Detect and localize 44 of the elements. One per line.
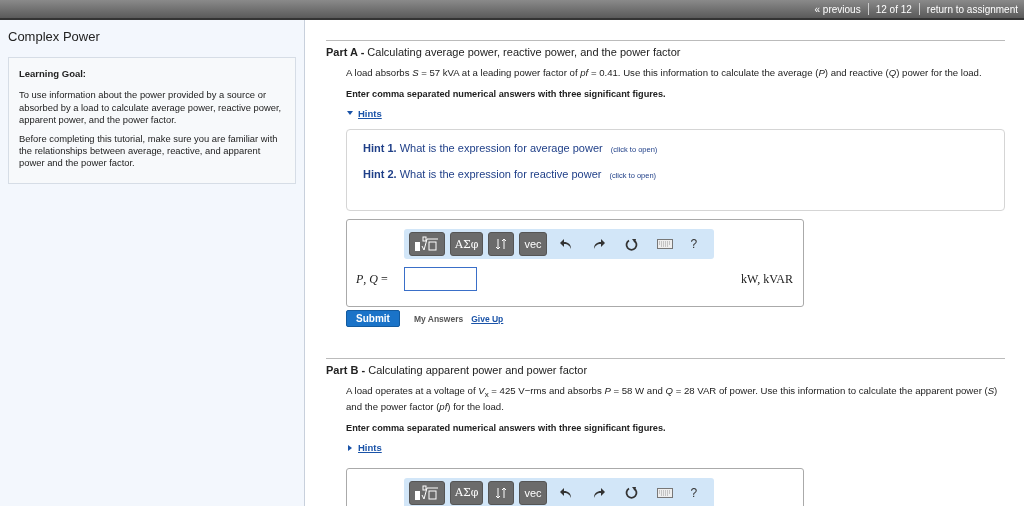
- reset-icon[interactable]: [624, 237, 638, 251]
- redo-icon[interactable]: [591, 238, 606, 251]
- up-down-arrows-icon: [495, 238, 508, 251]
- keyboard-icon[interactable]: [656, 487, 673, 498]
- previous-link[interactable]: « previous: [814, 3, 861, 15]
- goal-heading: Learning Goal:: [19, 68, 88, 81]
- undo-icon[interactable]: [558, 238, 573, 251]
- reset-icon[interactable]: [624, 486, 638, 500]
- root-template-icon: [414, 484, 440, 501]
- subscript-button[interactable]: [488, 232, 515, 257]
- help-link[interactable]: ?: [690, 237, 698, 252]
- hints-toggle[interactable]: Hints: [346, 107, 382, 119]
- symbols-button[interactable]: ΑΣφ: [450, 232, 484, 257]
- goal-paragraph: To use information about the power provided by a source or absorbed by a load to calculate average power, reactive power, apparent power, and the power factor.: [19, 89, 283, 126]
- tutorial-title: Complex Power: [8, 29, 101, 44]
- part-heading: Part B - Calculating apparent power and power factor: [326, 364, 589, 377]
- submit-button[interactable]: Submit: [346, 310, 400, 328]
- part-heading: Part A - Calculating average power, reactive power, and the power factor: [326, 46, 682, 58]
- up-down-arrows-icon: [495, 486, 508, 499]
- instruction-text: Enter comma separated numerical answers with three significant figures.: [346, 423, 667, 434]
- give-up-link[interactable]: Give Up: [471, 313, 504, 324]
- vector-button[interactable]: vec: [519, 232, 547, 257]
- hints-toggle[interactable]: Hints: [346, 442, 382, 454]
- my-answers-label: My Answers: [413, 313, 464, 324]
- subscript-button[interactable]: [488, 480, 515, 505]
- problem-text: A load operates at a voltage of V$_{x}$ = 425 V−rms and absorbs P = 58 W and Q = 28 VAR of power. Use this information to calculate the apparent power (S) and the power factor (pf) for the load.: [346, 385, 999, 415]
- symbols-button[interactable]: ΑΣφ: [450, 480, 484, 505]
- vector-button[interactable]: vec: [519, 480, 547, 505]
- template-button[interactable]: [409, 480, 445, 505]
- question-position: 12 of 12: [875, 3, 912, 15]
- units-label: kW, kVAR: [741, 271, 793, 287]
- instruction-text: Enter comma separated numerical answers with three significant figures.: [346, 88, 667, 99]
- help-link[interactable]: ?: [690, 485, 698, 500]
- goal-paragraph: Before completing this tutorial, make sure you are familiar with the relationships between average, reactive, and apparent power and the power factor.: [19, 133, 279, 170]
- template-button[interactable]: [409, 232, 445, 257]
- problem-text: A load absorbs S = 57 kVA at a leading power factor of pf = 0.41. Use this information to calculate the average (P) and reactive (Q) power for the load.: [346, 67, 983, 80]
- return-link[interactable]: return to assignment: [926, 3, 1018, 15]
- undo-icon[interactable]: [558, 486, 573, 499]
- root-template-icon: [414, 236, 440, 253]
- answer-label: P, Q =: [356, 271, 389, 287]
- keyboard-icon[interactable]: [656, 239, 673, 250]
- answer-field[interactable]: [404, 267, 477, 292]
- caret-icon: [346, 443, 354, 452]
- redo-icon[interactable]: [591, 486, 606, 499]
